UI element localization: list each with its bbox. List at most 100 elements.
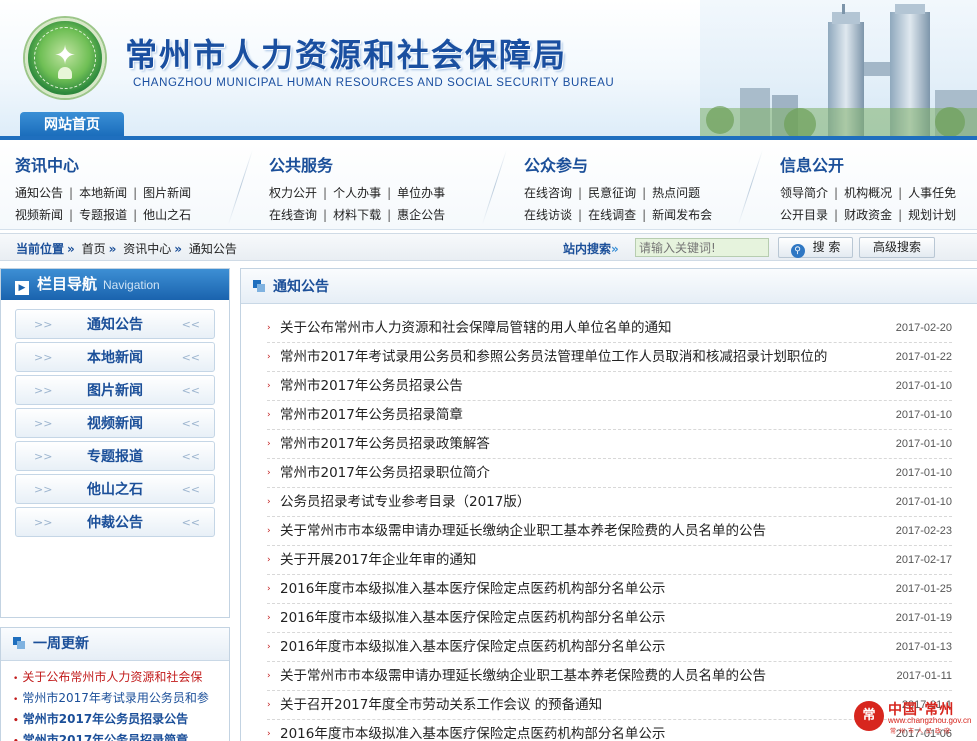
notice-panel: 通知公告 › 关于公布常州市人力资源和社会保障局管辖的用人单位名单的通知 2017-… (240, 268, 977, 741)
nav-link[interactable]: 图片新闻 (143, 186, 191, 200)
news-row[interactable]: › 2016年度市本级拟准入基本医疗保险定点医药机构部分名单公示 2017-01-0… (267, 720, 952, 741)
breadcrumb-bar: 当前位置» 首页» 资讯中心» 通知公告 站内搜索» ⚲搜 索 高级搜索 (0, 233, 977, 261)
sidebar-item-photo-news[interactable]: >> 图片新闻 << (15, 375, 215, 405)
search-icon: ⚲ (790, 244, 805, 258)
nav-heading-services[interactable]: 公共服务 (269, 152, 445, 176)
nav-link[interactable]: 人事任免 (908, 186, 956, 200)
news-row[interactable]: › 2016年度市本级拟准入基本医疗保险定点医药机构部分名单公示 2017-01-1… (267, 604, 952, 633)
breadcrumb-home[interactable]: 首页 (82, 242, 106, 256)
nav-link[interactable]: 惠企公告 (397, 208, 445, 222)
nav-link[interactable]: 专题报道 (79, 208, 127, 222)
nav-link[interactable]: 财政资金 (844, 208, 892, 222)
news-row[interactable]: › 关于召开2017年度全市劳动关系工作会议 的预备通知 2017-01-1 (267, 691, 952, 720)
nav-heading-participation[interactable]: 公众参与 (524, 152, 712, 176)
chevron-right-icon: >> (34, 417, 53, 430)
news-date: 2017-01-22 (895, 351, 952, 363)
nav-link[interactable]: 个人办事 (333, 186, 381, 200)
advanced-search-button[interactable]: 高级搜索 (859, 237, 935, 258)
breadcrumb-current[interactable]: 通知公告 (189, 242, 237, 256)
arrow-bullet-icon: › (267, 729, 271, 739)
nav-row: 公开目录 | 财政资金 | 规划计划 (780, 208, 957, 222)
arrow-bullet-icon: › (267, 323, 271, 333)
list-item[interactable]: •常州市2017年公务员招录简章 (13, 730, 229, 741)
site-header: ✦ 常州市人力资源和社会保障局 CHANGZHOU MUNICIPAL HUMA… (0, 0, 977, 140)
news-row[interactable]: › 常州市2017年考试录用公务员和参照公务员法管理单位工作人员取消和核减招录计划… (267, 343, 952, 372)
chevron-right-icon: >> (34, 351, 53, 364)
sidebar-item-references[interactable]: >> 他山之石 << (15, 474, 215, 504)
news-row[interactable]: › 2016年度市本级拟准入基本医疗保险定点医药机构部分名单公示 2017-01-1… (267, 633, 952, 662)
news-row[interactable]: › 公务员招录考试专业参考目录（2017版） 2017-01-10 (267, 488, 952, 517)
list-item[interactable]: • 关于公布常州市人力资源和社会保 (13, 667, 229, 688)
breadcrumb-section[interactable]: 资讯中心 (123, 242, 171, 256)
section-icon (253, 280, 265, 292)
nav-link[interactable]: 通知公告 (15, 186, 63, 200)
news-title: 常州市2017年公务员招录简章 (280, 407, 463, 423)
nav-heading-disclosure[interactable]: 信息公开 (780, 152, 956, 176)
sidebar-item-special-reports[interactable]: >> 专题报道 << (15, 441, 215, 471)
news-date: 2017-01-10 (895, 438, 952, 450)
nav-link[interactable]: 领导简介 (780, 186, 828, 200)
sidebar-item-video-news[interactable]: >> 视频新闻 << (15, 408, 215, 438)
news-title: 2016年度市本级拟准入基本医疗保险定点医药机构部分名单公示 (280, 639, 666, 655)
nav-link[interactable]: 机构概况 (844, 186, 892, 200)
sidebar-item-arbitration[interactable]: >> 仲裁公告 << (15, 507, 215, 537)
news-title: 公务员招录考试专业参考目录（2017版） (280, 494, 531, 510)
nav-link[interactable]: 权力公开 (269, 186, 317, 200)
nav-heading-news[interactable]: 资讯中心 (15, 152, 191, 176)
nav-link[interactable]: 在线访谈 (524, 208, 572, 222)
nav-link[interactable]: 单位办事 (397, 186, 445, 200)
news-date: 2017-01-19 (895, 612, 952, 624)
news-row[interactable]: › 常州市2017年公务员招录公告 2017-01-10 (267, 372, 952, 401)
nav-link[interactable]: 热点问题 (652, 186, 700, 200)
nav-link[interactable]: 公开目录 (780, 208, 828, 222)
news-row[interactable]: › 关于常州市市本级需申请办理延长缴纳企业职工基本养老保险费的人员名单的公告 201… (267, 662, 952, 691)
arrow-bullet-icon: › (267, 584, 271, 594)
news-title: 关于公布常州市人力资源和社会保障局管辖的用人单位名单的通知 (280, 320, 672, 336)
nav-link[interactable]: 在线调查 (588, 208, 636, 222)
nav-link[interactable]: 民意征询 (588, 186, 636, 200)
arrow-bullet-icon: › (267, 497, 271, 507)
arrow-bullet-icon: › (267, 468, 271, 478)
list-item[interactable]: • 常州市2017年考试录用公务员和参 (13, 688, 229, 709)
sidebar-item-notices[interactable]: >> 通知公告 << (15, 309, 215, 339)
news-row[interactable]: › 关于开展2017年企业年审的通知 2017-02-17 (267, 546, 952, 575)
nav-row: 在线咨询 | 民意征询 | 热点问题 (524, 186, 701, 200)
weekly-updates-header: 一周更新 (1, 628, 229, 661)
news-row[interactable]: › 常州市2017年公务员招录职位简介 2017-01-10 (267, 459, 952, 488)
bureau-logo[interactable]: ✦ (25, 18, 105, 98)
search-button[interactable]: ⚲ 搜 索 (778, 237, 853, 258)
chevron-right-icon: >> (34, 318, 53, 331)
news-date: 2017-01-10 (895, 380, 952, 392)
sidebar-item-local-news[interactable]: >> 本地新闻 << (15, 342, 215, 372)
nav-link[interactable]: 新闻发布会 (652, 208, 712, 222)
news-row[interactable]: › 2016年度市本级拟准入基本医疗保险定点医药机构部分名单公示 2017-01-2… (267, 575, 952, 604)
play-arrow-icon: ▶ (15, 281, 29, 295)
bullet-icon: • (13, 674, 19, 684)
search-input[interactable] (635, 238, 769, 257)
bullet-icon: • (13, 716, 19, 726)
nav-link[interactable]: 本地新闻 (79, 186, 127, 200)
changzhou-gov-badge[interactable]: 常 中国·常州 www.changzhou.gov.cn 常州市人民政府 (852, 699, 977, 737)
chevron-left-icon: << (181, 384, 200, 397)
nav-link[interactable]: 在线查询 (269, 208, 317, 222)
skyline-image (700, 0, 977, 140)
chevron-left-icon: << (181, 417, 200, 430)
news-row[interactable]: › 常州市2017年公务员招录简章 2017-01-10 (267, 401, 952, 430)
news-date: 2017-02-20 (895, 322, 952, 334)
nav-link[interactable]: 视频新闻 (15, 208, 63, 222)
nav-link[interactable]: 他山之石 (143, 208, 191, 222)
double-chevron-icon: » (108, 242, 117, 256)
notice-panel-header: 通知公告 (241, 269, 977, 304)
news-date: 2017-02-17 (895, 554, 952, 566)
list-item[interactable]: • 常州市2017年公务员招录公告 (13, 709, 229, 730)
chevron-right-icon: >> (34, 450, 53, 463)
news-row[interactable]: › 常州市2017年公务员招录政策解答 2017-01-10 (267, 430, 952, 459)
news-row[interactable]: › 关于公布常州市人力资源和社会保障局管辖的用人单位名单的通知 2017-02-20 (267, 314, 952, 343)
arrow-bullet-icon: › (267, 671, 271, 681)
nav-link[interactable]: 规划计划 (908, 208, 956, 222)
news-row[interactable]: › 关于常州市市本级需申请办理延长缴纳企业职工基本养老保险费的人员名单的公告 201… (267, 517, 952, 546)
nav-link[interactable]: 材料下载 (333, 208, 381, 222)
nav-link[interactable]: 在线咨询 (524, 186, 572, 200)
home-tab[interactable]: 网站首页 (20, 112, 124, 139)
nav-group-news: 资讯中心 通知公告 | 本地新闻 | 图片新闻 视频新闻 | 专题报道 | 他山之石 (15, 152, 191, 226)
